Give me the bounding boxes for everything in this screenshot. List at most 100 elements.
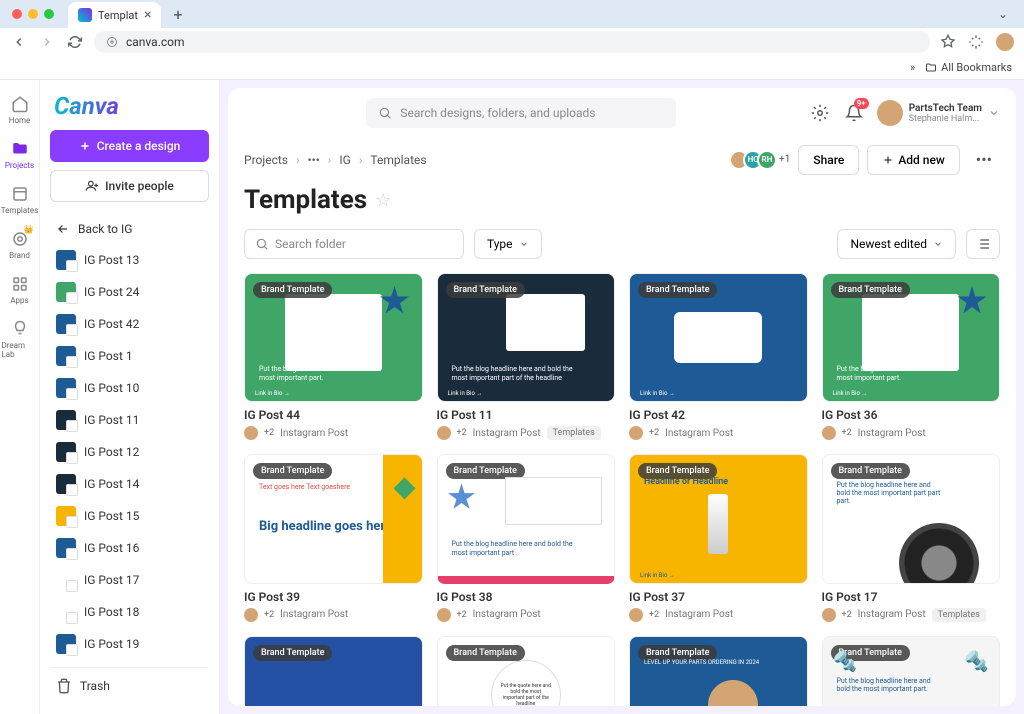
star-icon[interactable]: ☆ (375, 190, 391, 211)
url-field[interactable]: canva.com (94, 31, 930, 53)
plus-icon (882, 154, 894, 166)
invite-people-button[interactable]: Invite people (50, 170, 209, 202)
main: Search designs, folders, and uploads 9+ … (220, 80, 1024, 714)
notif-badge: 9+ (854, 98, 869, 109)
folder-item[interactable]: IG Post 24 (50, 276, 209, 308)
new-tab-button[interactable]: + (167, 5, 188, 24)
folder-item[interactable]: IG Post 16 (50, 532, 209, 564)
site-info-icon (106, 36, 118, 48)
folder-item[interactable]: IG Post 42 (50, 308, 209, 340)
add-new-button[interactable]: Add new (867, 145, 959, 175)
breadcrumb-row: Projects › ••• › IG › Templates HC RH +1… (228, 138, 1016, 185)
template-grid: Brand TemplatePut the blog headline here… (228, 273, 1016, 706)
template-card[interactable]: Brand TemplatePut the blog headline here… (822, 273, 1001, 440)
team-avatar (877, 100, 903, 126)
template-card[interactable]: Brand TemplatePut the quote here and bol… (437, 636, 616, 706)
collaborators[interactable]: HC RH +1 (735, 150, 790, 170)
folder-search-input[interactable]: Search folder (244, 229, 464, 259)
minimize-window[interactable] (28, 9, 38, 19)
brand-icon: 👑 (10, 229, 30, 249)
bookmark-star-icon[interactable] (940, 34, 956, 50)
breadcrumb-item[interactable]: Projects (244, 153, 288, 167)
reload-icon[interactable] (66, 33, 84, 51)
notifications-icon[interactable]: 9+ (843, 102, 865, 124)
chevron-down-icon (519, 239, 529, 249)
template-card[interactable]: Brand TemplatePut the blog headline here… (437, 454, 616, 621)
browser-chrome: Templat × + ⌄ canva.com (0, 0, 1024, 56)
folder-item[interactable]: IG Post 19 (50, 628, 209, 660)
icon-rail: Home Projects Templates 👑 Brand Apps Dre… (0, 80, 40, 714)
folder-item[interactable]: IG Post 2 (50, 660, 209, 663)
folder-item[interactable]: IG Post 11 (50, 404, 209, 436)
maximize-window[interactable] (44, 9, 54, 19)
chevron-right-icon: › (359, 153, 363, 167)
template-card[interactable]: Brand TemplatePut the blog headline here… (822, 454, 1001, 621)
create-design-button[interactable]: Create a design (50, 130, 209, 162)
page-title-row: Templates ☆ (228, 185, 1016, 229)
breadcrumb: Projects › ••• › IG › Templates (244, 153, 427, 167)
folder-icon (10, 139, 30, 159)
profile-avatar[interactable] (996, 33, 1014, 51)
type-filter[interactable]: Type (474, 229, 542, 259)
template-card[interactable]: Brand TemplatePut the blog headline here… (244, 273, 423, 440)
trash-link[interactable]: Trash (50, 667, 209, 704)
chevron-right-icon: › (296, 153, 300, 167)
tab-title: Templat (98, 9, 138, 22)
rail-apps[interactable]: Apps (2, 268, 38, 311)
url-text: canva.com (126, 35, 185, 49)
back-to-folder[interactable]: Back to IG (50, 214, 209, 244)
favicon-icon (78, 8, 92, 22)
chrome-expand-icon[interactable]: ⌄ (990, 3, 1016, 25)
home-icon (10, 94, 30, 114)
folder-item[interactable]: IG Post 17 (50, 564, 209, 596)
more-options-icon[interactable]: ••• (968, 144, 1000, 175)
template-card[interactable]: Brand Template (244, 636, 423, 706)
team-switcher[interactable]: PartsTech Team Stephanie Halm... (877, 100, 1000, 126)
breadcrumb-item[interactable]: IG (339, 153, 350, 167)
rail-brand[interactable]: 👑 Brand (2, 223, 38, 266)
arrow-left-icon (56, 222, 70, 236)
chevron-down-icon (933, 239, 943, 249)
trash-icon (56, 678, 72, 694)
template-card[interactable]: Brand TemplatePut the blog headline here… (822, 636, 1001, 706)
breadcrumb-item: Templates (370, 153, 426, 167)
search-icon (255, 237, 269, 251)
page-title: Templates (244, 185, 367, 215)
breadcrumb-item[interactable]: ••• (308, 153, 320, 167)
extensions-icon[interactable] (968, 34, 984, 50)
app: Home Projects Templates 👑 Brand Apps Dre… (0, 80, 1024, 714)
rail-projects[interactable]: Projects (2, 133, 38, 176)
dreamlab-icon (10, 319, 30, 339)
forward-icon (38, 33, 56, 51)
folder-item[interactable]: IG Post 18 (50, 596, 209, 628)
folder-item[interactable]: IG Post 13 (50, 244, 209, 276)
back-icon[interactable] (10, 33, 28, 51)
main-inner: Search designs, folders, and uploads 9+ … (228, 88, 1016, 706)
canva-logo[interactable]: Canva (50, 90, 209, 130)
rail-dreamlab[interactable]: Dream Lab (2, 313, 38, 365)
folder-item[interactable]: IG Post 15 (50, 500, 209, 532)
template-card[interactable]: Brand TemplateLEVEL UP YOUR PARTS ORDERI… (629, 636, 808, 706)
template-card[interactable]: Brand TemplateText goes here Text goeshe… (244, 454, 423, 621)
folder-item[interactable]: IG Post 14 (50, 468, 209, 500)
all-bookmarks-button[interactable]: All Bookmarks (925, 61, 1012, 74)
sort-filter[interactable]: Newest edited (837, 229, 956, 259)
folder-item[interactable]: IG Post 10 (50, 372, 209, 404)
close-tab-icon[interactable]: × (144, 7, 151, 23)
rail-home[interactable]: Home (2, 88, 38, 131)
view-toggle-icon[interactable] (966, 229, 1000, 259)
folder-item[interactable]: IG Post 1 (50, 340, 209, 372)
share-button[interactable]: Share (798, 145, 859, 175)
close-window[interactable] (12, 9, 22, 19)
template-card[interactable]: Brand TemplatePut the blog headline here… (437, 273, 616, 440)
folder-item[interactable]: IG Post 12 (50, 436, 209, 468)
template-card[interactable]: Brand TemplateHeadline or HeadlineLink i… (629, 454, 808, 621)
template-card[interactable]: Brand TemplateLink in Bio → IG Post 42 +… (629, 273, 808, 440)
search-icon (378, 106, 392, 120)
browser-tab[interactable]: Templat × (68, 2, 161, 28)
bookmarks-overflow-icon[interactable]: » (910, 61, 915, 74)
settings-icon[interactable] (809, 102, 831, 124)
rail-templates[interactable]: Templates (2, 178, 38, 221)
global-search[interactable]: Search designs, folders, and uploads (366, 98, 676, 128)
window-controls (8, 9, 62, 19)
